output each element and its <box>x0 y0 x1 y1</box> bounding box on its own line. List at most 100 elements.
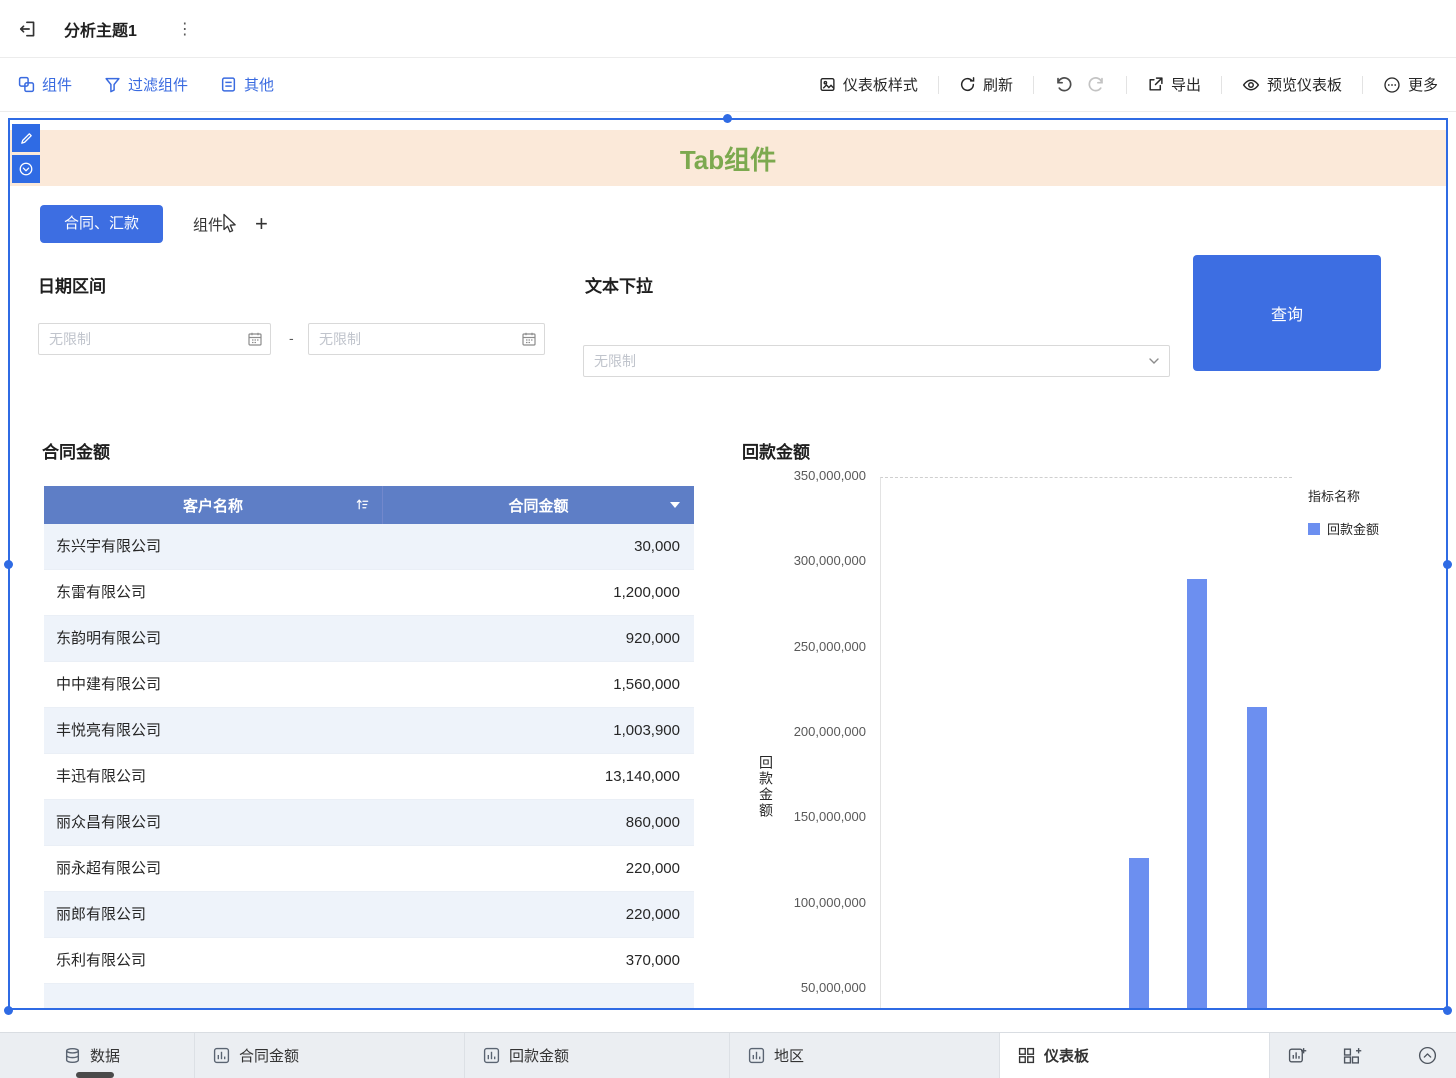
bottom-tab-label: 回款金额 <box>509 1048 570 1065</box>
resize-handle-bottom-left[interactable] <box>4 1006 13 1015</box>
components-button[interactable]: 组件 <box>18 74 72 95</box>
table-row[interactable]: 东雷有限公司 1,200,000 <box>44 570 694 616</box>
table-row[interactable]: 丰悦亮有限公司 1,003,900 <box>44 708 694 754</box>
chart-icon <box>483 1047 500 1064</box>
bottom-tab-label: 合同金额 <box>239 1048 300 1065</box>
date-to-input[interactable] <box>308 323 545 355</box>
dashboard-canvas[interactable]: Tab组件 合同、汇款 组件 + 日期区间 - 文本下拉 查询 合同金额 客户名… <box>8 118 1448 1010</box>
chart-icon <box>213 1047 230 1064</box>
sort-icon[interactable] <box>355 497 370 512</box>
edit-pencil-icon[interactable] <box>12 124 40 152</box>
table-row[interactable]: 丽永超有限公司 220,000 <box>44 846 694 892</box>
resize-handle-top[interactable] <box>723 114 732 123</box>
database-icon <box>64 1047 81 1064</box>
dashboard-style-button[interactable]: 仪表板样式 <box>819 74 918 95</box>
tab-strip: 合同、汇款 组件 + <box>40 205 268 243</box>
bottom-tab-5[interactable]: 仪表板 <box>1000 1033 1270 1078</box>
banner-title: Tab组件 <box>679 144 777 175</box>
contract-amount-cell: 220,000 <box>625 906 680 923</box>
resize-handle-bottom-right[interactable] <box>1443 1006 1452 1015</box>
bottom-tab-label: 数据 <box>90 1048 121 1065</box>
resize-handle-right[interactable] <box>1443 560 1452 569</box>
preview-button[interactable]: 预览仪表板 <box>1242 74 1342 95</box>
component-edit-buttons <box>12 124 40 186</box>
column-header-amount[interactable]: 合同金额 <box>383 486 694 524</box>
contract-amount-cell: 1,200,000 <box>613 584 680 601</box>
contract-amount-cell: 30,000 <box>634 538 680 555</box>
dashboard-icon <box>1018 1047 1035 1064</box>
table-row[interactable]: 丽众昌有限公司 860,000 <box>44 800 694 846</box>
redo-icon[interactable] <box>1087 75 1106 94</box>
bottom-tab-3[interactable]: 回款金额 <box>465 1033 730 1078</box>
table-row[interactable]: 丽郎有限公司 220,000 <box>44 892 694 938</box>
customer-name-cell: 丰迅有限公司 <box>56 768 147 785</box>
others-icon <box>220 76 237 93</box>
customer-name-cell: 东兴宇有限公司 <box>56 538 162 555</box>
filter-caret-icon[interactable] <box>670 502 680 508</box>
scrollbar-thumb[interactable] <box>76 1072 114 1078</box>
y-tick-label: 250,000,000 <box>793 638 866 654</box>
column-header-customer[interactable]: 客户名称 <box>44 486 383 524</box>
legend-title: 指标名称 <box>1308 489 1361 504</box>
tab-component[interactable]: 组件 <box>193 214 223 235</box>
contract-amount-cell: 220,000 <box>625 860 680 877</box>
preview-label: 预览仪表板 <box>1266 77 1342 94</box>
filter-components-button[interactable]: 过滤组件 <box>104 74 188 95</box>
customer-name-cell: 丽众昌有限公司 <box>56 814 162 831</box>
customer-name-cell: 中中建有限公司 <box>56 676 162 693</box>
toolbar-separator <box>1032 75 1034 94</box>
contract-amount-cell: 1,003,900 <box>613 722 680 739</box>
customer-name-cell: 丽郎有限公司 <box>56 906 147 923</box>
table-row[interactable]: 丰迅有限公司 13,140,000 <box>44 754 694 800</box>
y-tick-label: 150,000,000 <box>793 809 866 825</box>
more-label: 更多 <box>1407 77 1438 94</box>
others-button[interactable]: 其他 <box>220 74 274 95</box>
table-row[interactable]: 乐利有限公司 370,000 <box>44 938 694 984</box>
text-dropdown-input[interactable] <box>583 345 1170 377</box>
bar[interactable] <box>1187 578 1207 1008</box>
table-row[interactable]: 中中建有限公司 1,560,000 <box>44 662 694 708</box>
preview-eye-icon <box>1242 76 1260 94</box>
bottom-tab-2[interactable]: 合同金额 <box>195 1033 465 1078</box>
dashboard-style-label: 仪表板样式 <box>842 77 918 94</box>
add-tab-button[interactable]: + <box>255 213 268 235</box>
app-header: 分析主题1 ⋮ <box>0 0 1456 58</box>
refresh-button[interactable]: 刷新 <box>959 74 1013 95</box>
add-dashboard-icon[interactable] <box>1343 1046 1362 1065</box>
collapse-chevron-icon[interactable] <box>12 155 40 183</box>
table-row[interactable]: 东兴宇有限公司 30,000 <box>44 524 694 570</box>
bar[interactable] <box>1129 858 1149 1008</box>
dashboard-style-icon <box>819 76 836 93</box>
date-from-input[interactable] <box>38 323 271 355</box>
more-button[interactable]: 更多 <box>1383 74 1438 95</box>
contract-amount-cell: 860,000 <box>625 814 680 831</box>
contract-amount-cell: 13,140,000 <box>604 768 680 785</box>
range-separator: - <box>289 330 294 346</box>
contract-amount-cell: 1,560,000 <box>613 676 680 693</box>
toolbar-separator <box>1220 75 1222 94</box>
add-component-icon[interactable] <box>1288 1046 1307 1065</box>
exit-icon[interactable] <box>18 19 38 39</box>
customer-name-cell: 乐利有限公司 <box>56 952 147 969</box>
tab-contract-remit[interactable]: 合同、汇款 <box>40 205 164 243</box>
bar[interactable] <box>1247 706 1267 1008</box>
undo-icon[interactable] <box>1054 75 1073 94</box>
components-label: 组件 <box>42 77 73 94</box>
tab-banner: Tab组件 <box>10 130 1446 186</box>
y-tick-label: 300,000,000 <box>793 553 866 569</box>
export-button[interactable]: 导出 <box>1147 74 1201 95</box>
collapse-bar-icon[interactable] <box>1417 1045 1438 1066</box>
toolbar-separator <box>1125 75 1127 94</box>
resize-handle-left[interactable] <box>4 560 13 569</box>
y-tick-label: 50,000,000 <box>800 979 866 995</box>
customer-name-cell: 丰悦亮有限公司 <box>56 722 162 739</box>
toolbar-right: 仪表板样式 刷新 导出 预览仪表板 更多 <box>819 74 1438 95</box>
customer-name-cell: 丽永超有限公司 <box>56 860 162 877</box>
y-tick-label: 350,000,000 <box>793 468 866 483</box>
legend-swatch <box>1308 522 1320 535</box>
title-menu-icon[interactable]: ⋮ <box>177 19 194 39</box>
legend-item[interactable]: 回款金额 <box>1308 519 1379 538</box>
table-row[interactable]: 东韵明有限公司 920,000 <box>44 616 694 662</box>
bottom-tab-4[interactable]: 地区 <box>730 1033 1000 1078</box>
query-button[interactable]: 查询 <box>1193 255 1381 371</box>
